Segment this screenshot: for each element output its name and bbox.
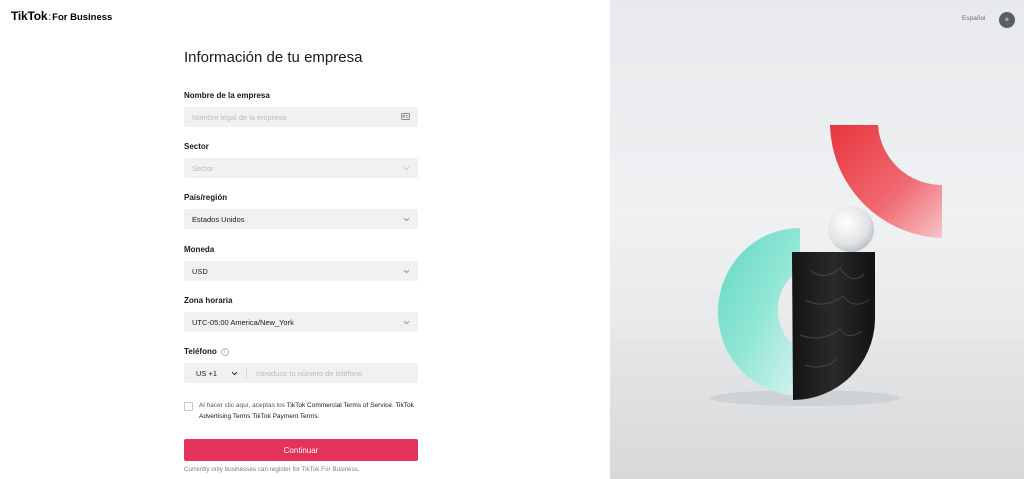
sector-placeholder: Sector [192,163,214,173]
commercial-terms-link[interactable]: TikTok Commercial Terms of Service [287,402,392,409]
company-name-input[interactable]: Nombre legal de la empresa [184,107,418,127]
timezone-label: Zona horaria [184,296,233,305]
phone-label: Teléfono [184,347,217,356]
payment-terms-link[interactable]: TikTok Payment Terms [252,413,317,420]
sector-select[interactable]: Sector [184,158,418,178]
logo-wordmark: TikTok [11,9,48,23]
terms-checkbox[interactable] [184,402,193,411]
currency-select[interactable]: USD [184,261,418,281]
hero-image [610,0,1024,479]
eligibility-footnote: Currently only businesses can register f… [184,466,360,473]
terms-prefix: Al hacer clic aquí, aceptas los [199,402,285,409]
logo-suffix: For Business [52,12,113,23]
currency-label: Moneda [184,245,215,254]
company-name-placeholder: Nombre legal de la empresa [192,112,287,122]
tiktok-for-business-logo[interactable]: TikTok : For Business [11,9,112,23]
continue-button[interactable]: Continuar [184,439,418,461]
phone-field: US +1 Introduce tu número de teléfono [184,363,418,383]
id-card-icon[interactable] [401,112,410,122]
country-code-select[interactable]: US +1 [184,363,246,383]
chevron-down-icon [230,369,238,377]
country-label: País/región [184,193,228,202]
avatar[interactable]: e [999,12,1015,28]
currency-value: USD [192,266,208,276]
chevron-down-icon [402,267,410,275]
chevron-down-icon [402,318,410,326]
logo-separator: : [48,12,52,23]
phone-label-row: Teléfono i [184,347,229,356]
company-name-label: Nombre de la empresa [184,91,270,100]
sector-label: Sector [184,142,209,151]
chevron-down-icon [402,215,410,223]
page-title: Información de tu empresa [184,49,363,66]
country-value: Estados Unidos [192,214,245,224]
info-icon[interactable]: i [220,347,229,356]
terms-row: Al hacer clic aquí, aceptas los TikTok C… [184,400,419,422]
timezone-value: UTC-05:00 America/New_York [192,317,294,327]
phone-input[interactable]: Introduce tu número de teléfono [247,369,418,378]
tiktok-3d-logo-illustration [710,125,942,406]
terms-text: Al hacer clic aquí, aceptas los TikTok C… [199,402,414,420]
country-select[interactable]: Estados Unidos [184,209,418,229]
country-code-value: US +1 [196,368,218,378]
chevron-down-icon [402,164,410,172]
timezone-select[interactable]: UTC-05:00 America/New_York [184,312,418,332]
language-selector[interactable]: Español [962,15,986,22]
